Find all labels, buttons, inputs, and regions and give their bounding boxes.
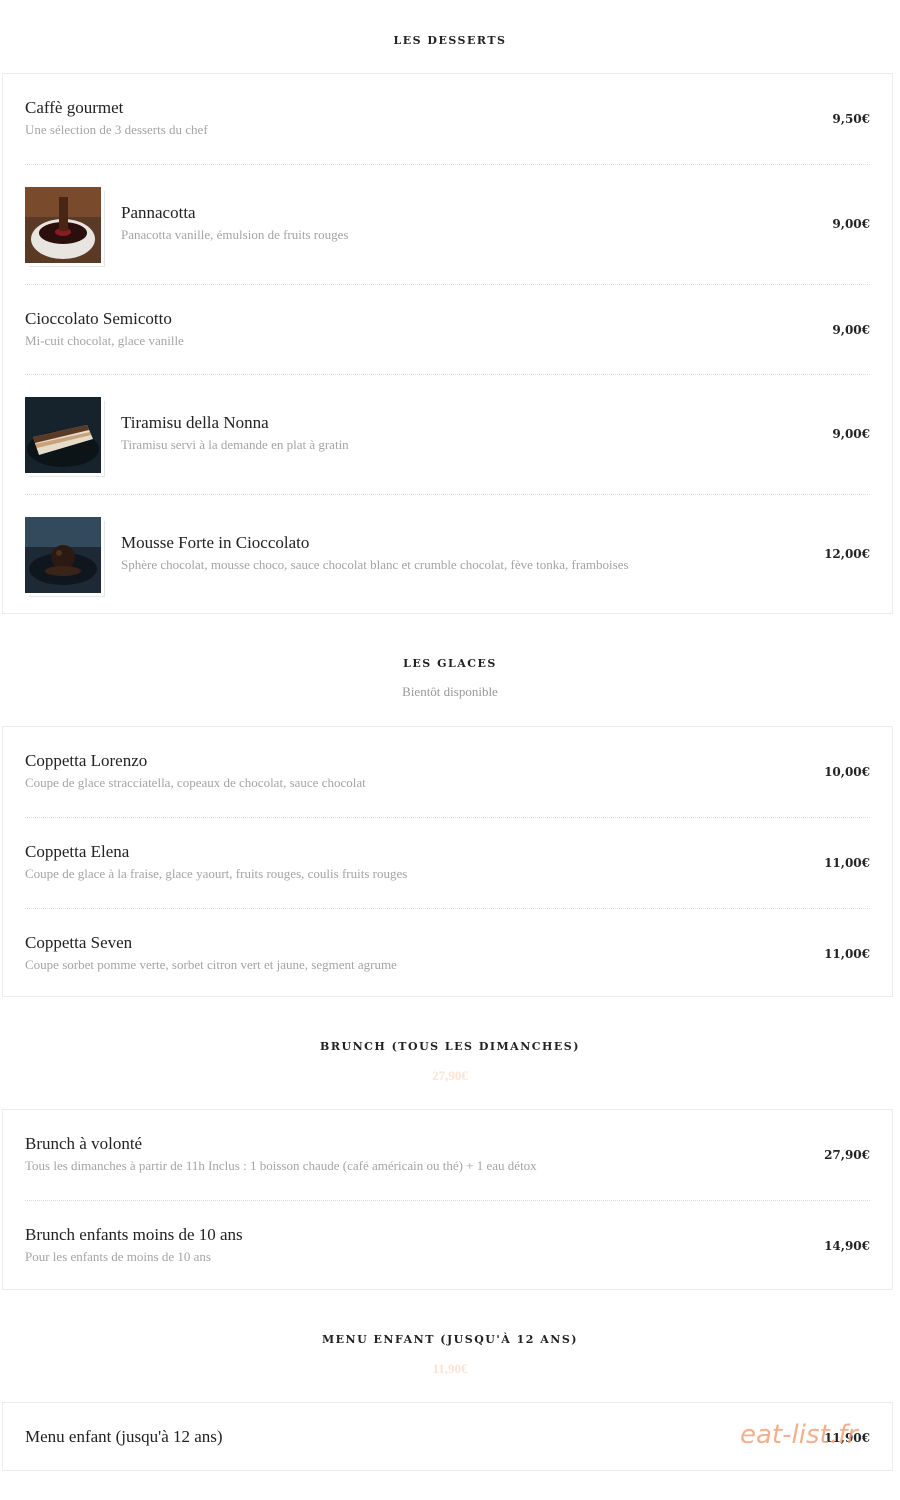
menu-item-mousse-forte[interactable]: Mousse Forte in Cioccolato Sphère chocol… <box>25 495 870 614</box>
item-price: 9,00€ <box>832 323 870 337</box>
desserts-card: Caffè gourmet Une sélection de 3 dessert… <box>2 73 893 614</box>
item-price: 9,50€ <box>832 112 870 126</box>
menu-item-pannacotta[interactable]: Pannacotta Panacotta vanille, émulsion d… <box>25 165 870 284</box>
item-price: 27,90€ <box>824 1148 870 1162</box>
item-price: 12,00€ <box>824 547 870 561</box>
item-price: 11,00€ <box>824 947 870 961</box>
menu-item-coppetta-elena[interactable]: Coppetta Elena Coupe de glace à la frais… <box>25 818 870 908</box>
menu-item-caffe-gourmet[interactable]: Caffè gourmet Une sélection de 3 dessert… <box>25 74 870 164</box>
item-description: Tous les dimanches à partir de 11h Inclu… <box>25 1158 537 1173</box>
item-name: Pannacotta <box>121 203 196 222</box>
section-price-menu-enfant: 11,90€ <box>432 1361 468 1376</box>
item-price: 11,00€ <box>824 856 870 870</box>
section-title-desserts: LES DESSERTS <box>393 34 507 47</box>
item-description: Mi-cuit chocolat, glace vanille <box>25 333 184 348</box>
glaces-card: Coppetta Lorenzo Coupe de glace straccia… <box>2 726 893 997</box>
item-name: Coppetta Elena <box>25 842 130 861</box>
item-name: Coppetta Seven <box>25 933 133 952</box>
item-description: Panacotta vanille, émulsion de fruits ro… <box>121 227 349 242</box>
menu-item-coppetta-lorenzo[interactable]: Coppetta Lorenzo Coupe de glace straccia… <box>25 727 870 817</box>
section-title-brunch: BRUNCH (TOUS LES DIMANCHES) <box>320 1040 580 1053</box>
item-price: 14,90€ <box>824 1239 870 1253</box>
item-description: Pour les enfants de moins de 10 ans <box>25 1249 211 1264</box>
menu-item-tiramisu[interactable]: Tiramisu della Nonna Tiramisu servi à la… <box>25 375 870 494</box>
item-name: Cioccolato Semicotto <box>25 309 172 328</box>
item-name: Coppetta Lorenzo <box>25 751 148 770</box>
menu-item-brunch-enfants[interactable]: Brunch enfants moins de 10 ans Pour les … <box>25 1201 870 1290</box>
menu-item-coppetta-seven[interactable]: Coppetta Seven Coupe sorbet pomme verte,… <box>25 909 870 997</box>
item-description: Tiramisu servi à la demande en plat à gr… <box>121 437 349 452</box>
item-price: 10,00€ <box>824 765 870 779</box>
section-subtitle-glaces: Bientôt disponible <box>402 684 498 699</box>
pannacotta-photo[interactable] <box>25 187 101 263</box>
item-description: Une sélection de 3 desserts du chef <box>25 122 208 137</box>
item-description: Coupe de glace stracciatella, copeaux de… <box>25 775 366 790</box>
section-price-brunch: 27,90€ <box>432 1068 468 1083</box>
item-name: Tiramisu della Nonna <box>121 413 269 432</box>
menu-item-cioccolato-semicotto[interactable]: Cioccolato Semicotto Mi-cuit chocolat, g… <box>25 285 870 375</box>
tiramisu-photo[interactable] <box>25 397 101 473</box>
menu-item-brunch-volonte[interactable]: Brunch à volonté Tous les dimanches à pa… <box>25 1110 870 1200</box>
section-title-menu-enfant: MENU ENFANT (JUSQU'À 12 ANS) <box>322 1333 578 1346</box>
item-name: Caffè gourmet <box>25 98 124 117</box>
item-name: Mousse Forte in Cioccolato <box>121 533 310 552</box>
item-price: 9,00€ <box>832 427 870 441</box>
brunch-card: Brunch à volonté Tous les dimanches à pa… <box>2 1109 893 1290</box>
item-price: 9,00€ <box>832 217 870 231</box>
item-name: Brunch enfants moins de 10 ans <box>25 1225 243 1244</box>
watermark-logo: eat-list.fr <box>740 1420 858 1450</box>
item-description: Coupe sorbet pomme verte, sorbet citron … <box>25 957 397 972</box>
item-name: Brunch à volonté <box>25 1134 143 1153</box>
mousse-photo[interactable] <box>25 517 101 593</box>
item-name: Menu enfant (jusqu'à 12 ans) <box>25 1427 223 1446</box>
item-description: Coupe de glace à la fraise, glace yaourt… <box>25 866 408 881</box>
item-description: Sphère chocolat, mousse choco, sauce cho… <box>121 557 629 572</box>
section-title-glaces: LES GLACES <box>403 657 497 670</box>
